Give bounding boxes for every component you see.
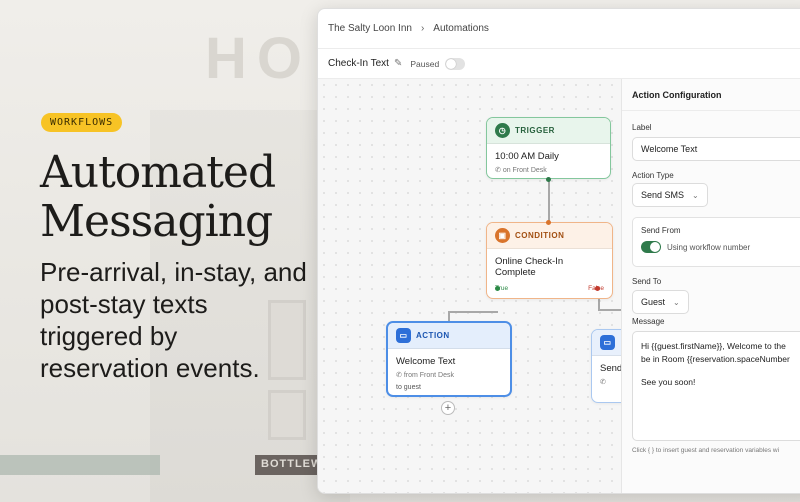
phone-icon: ✆ (396, 372, 404, 379)
condition-type-label: CONDITION (515, 231, 565, 240)
breadcrumb-property[interactable]: The Salty Loon Inn (328, 23, 412, 34)
label-input[interactable]: Welcome Text (632, 137, 800, 161)
chevron-down-icon: ⌄ (673, 297, 680, 307)
message-line: be in Room {{reservation.spaceNumber (641, 354, 790, 364)
action-node-header: ▭ ACTION (388, 323, 510, 349)
action-type-select[interactable]: Send SMS ⌄ (632, 183, 708, 207)
clock-icon: ◷ (495, 123, 510, 138)
pencil-icon[interactable]: ✎ (394, 58, 402, 69)
condition-input-handle[interactable] (546, 220, 551, 225)
condition-node-header: ▣ CONDITION (487, 223, 612, 249)
hero-title-line-2: Messaging (40, 196, 273, 247)
trigger-meta: on Front Desk (502, 167, 547, 174)
send-from-card: Send From Using workflow number (632, 217, 800, 267)
action-node-welcome-text[interactable]: ▭ ACTION Welcome Text ✆ from Front Desk … (386, 321, 512, 397)
hero-title-line-1: Automated (40, 147, 276, 198)
label-field-label: Label (632, 123, 652, 132)
action-recipient: to guest (396, 384, 421, 391)
message-icon: ▭ (396, 328, 411, 343)
action-type-field-label: Action Type (632, 171, 674, 180)
trigger-output-handle[interactable] (546, 177, 551, 182)
message-icon: ▭ (600, 335, 615, 350)
connector-true-branch (448, 311, 498, 313)
condition-true-handle[interactable] (495, 286, 500, 291)
send-from-value: Using workflow number (667, 242, 751, 252)
send-to-value: Guest (641, 297, 666, 307)
calendar-icon: ▣ (495, 228, 510, 243)
breadcrumb-automations[interactable]: Automations (433, 23, 489, 34)
breadcrumb: The Salty Loon Inn › Automations (318, 9, 800, 49)
send-to-select[interactable]: Guest ⌄ (632, 290, 689, 314)
background-window (268, 390, 306, 440)
message-textarea[interactable]: Hi {{guest.firstName}}, Welcome to the b… (632, 331, 800, 441)
panel-heading: Action Configuration (622, 79, 800, 111)
action-configuration-panel: Action Configuration Label Welcome Text … (621, 79, 800, 493)
condition-title: Online Check-In Complete (495, 256, 564, 278)
background-awning (0, 455, 160, 475)
app-window: The Salty Loon Inn › Automations Check-I… (317, 8, 800, 494)
action-type-label: ACTION (416, 331, 450, 340)
workflow-name[interactable]: Check-In Text (328, 58, 389, 69)
message-line: Hi {{guest.firstName}}, Welcome to the (641, 341, 786, 351)
breadcrumb-separator-icon: › (420, 23, 425, 34)
background-store-sign: BOTTLEW (255, 455, 325, 475)
trigger-node-header: ◷ TRIGGER (487, 118, 610, 144)
workflows-badge: WORKFLOWS (41, 113, 123, 132)
connector-true-branch-down (448, 311, 450, 321)
background-hotel-sign: HO (205, 26, 312, 91)
phone-icon: ✆ (495, 167, 503, 174)
message-field-label: Message (632, 317, 665, 326)
variables-hint: Click { } to insert guest and reservatio… (632, 447, 780, 454)
connector-trigger-condition (548, 179, 550, 222)
workflow-number-toggle[interactable] (641, 241, 661, 253)
action-title: Welcome Text (396, 356, 456, 367)
trigger-type-label: TRIGGER (515, 126, 555, 135)
message-line: See you soon! (641, 377, 696, 387)
action-type-value: Send SMS (641, 190, 685, 200)
chevron-down-icon: ⌄ (692, 190, 699, 200)
workflow-header: Check-In Text ✎ Paused (318, 49, 800, 79)
paused-toggle[interactable] (445, 57, 466, 70)
workflow-canvas[interactable]: ◷ TRIGGER 10:00 AM Daily ✆ on Front Desk… (318, 79, 651, 493)
trigger-title: 10:00 AM Daily (495, 151, 559, 162)
paused-label: Paused (410, 58, 440, 69)
send-to-field-label: Send To (632, 277, 662, 286)
trigger-node[interactable]: ◷ TRIGGER 10:00 AM Daily ✆ on Front Desk (486, 117, 611, 179)
send-from-label: Send From (641, 226, 681, 235)
action-meta: from Front Desk (403, 372, 454, 379)
condition-false-handle[interactable] (595, 286, 600, 291)
add-step-icon[interactable]: + (441, 401, 455, 415)
condition-node[interactable]: ▣ CONDITION Online Check-In Complete Tru… (486, 222, 613, 299)
hero-title: Automated Messaging (40, 148, 310, 246)
hero-subtitle: Pre-arrival, in-stay, and post-stay text… (40, 257, 307, 383)
